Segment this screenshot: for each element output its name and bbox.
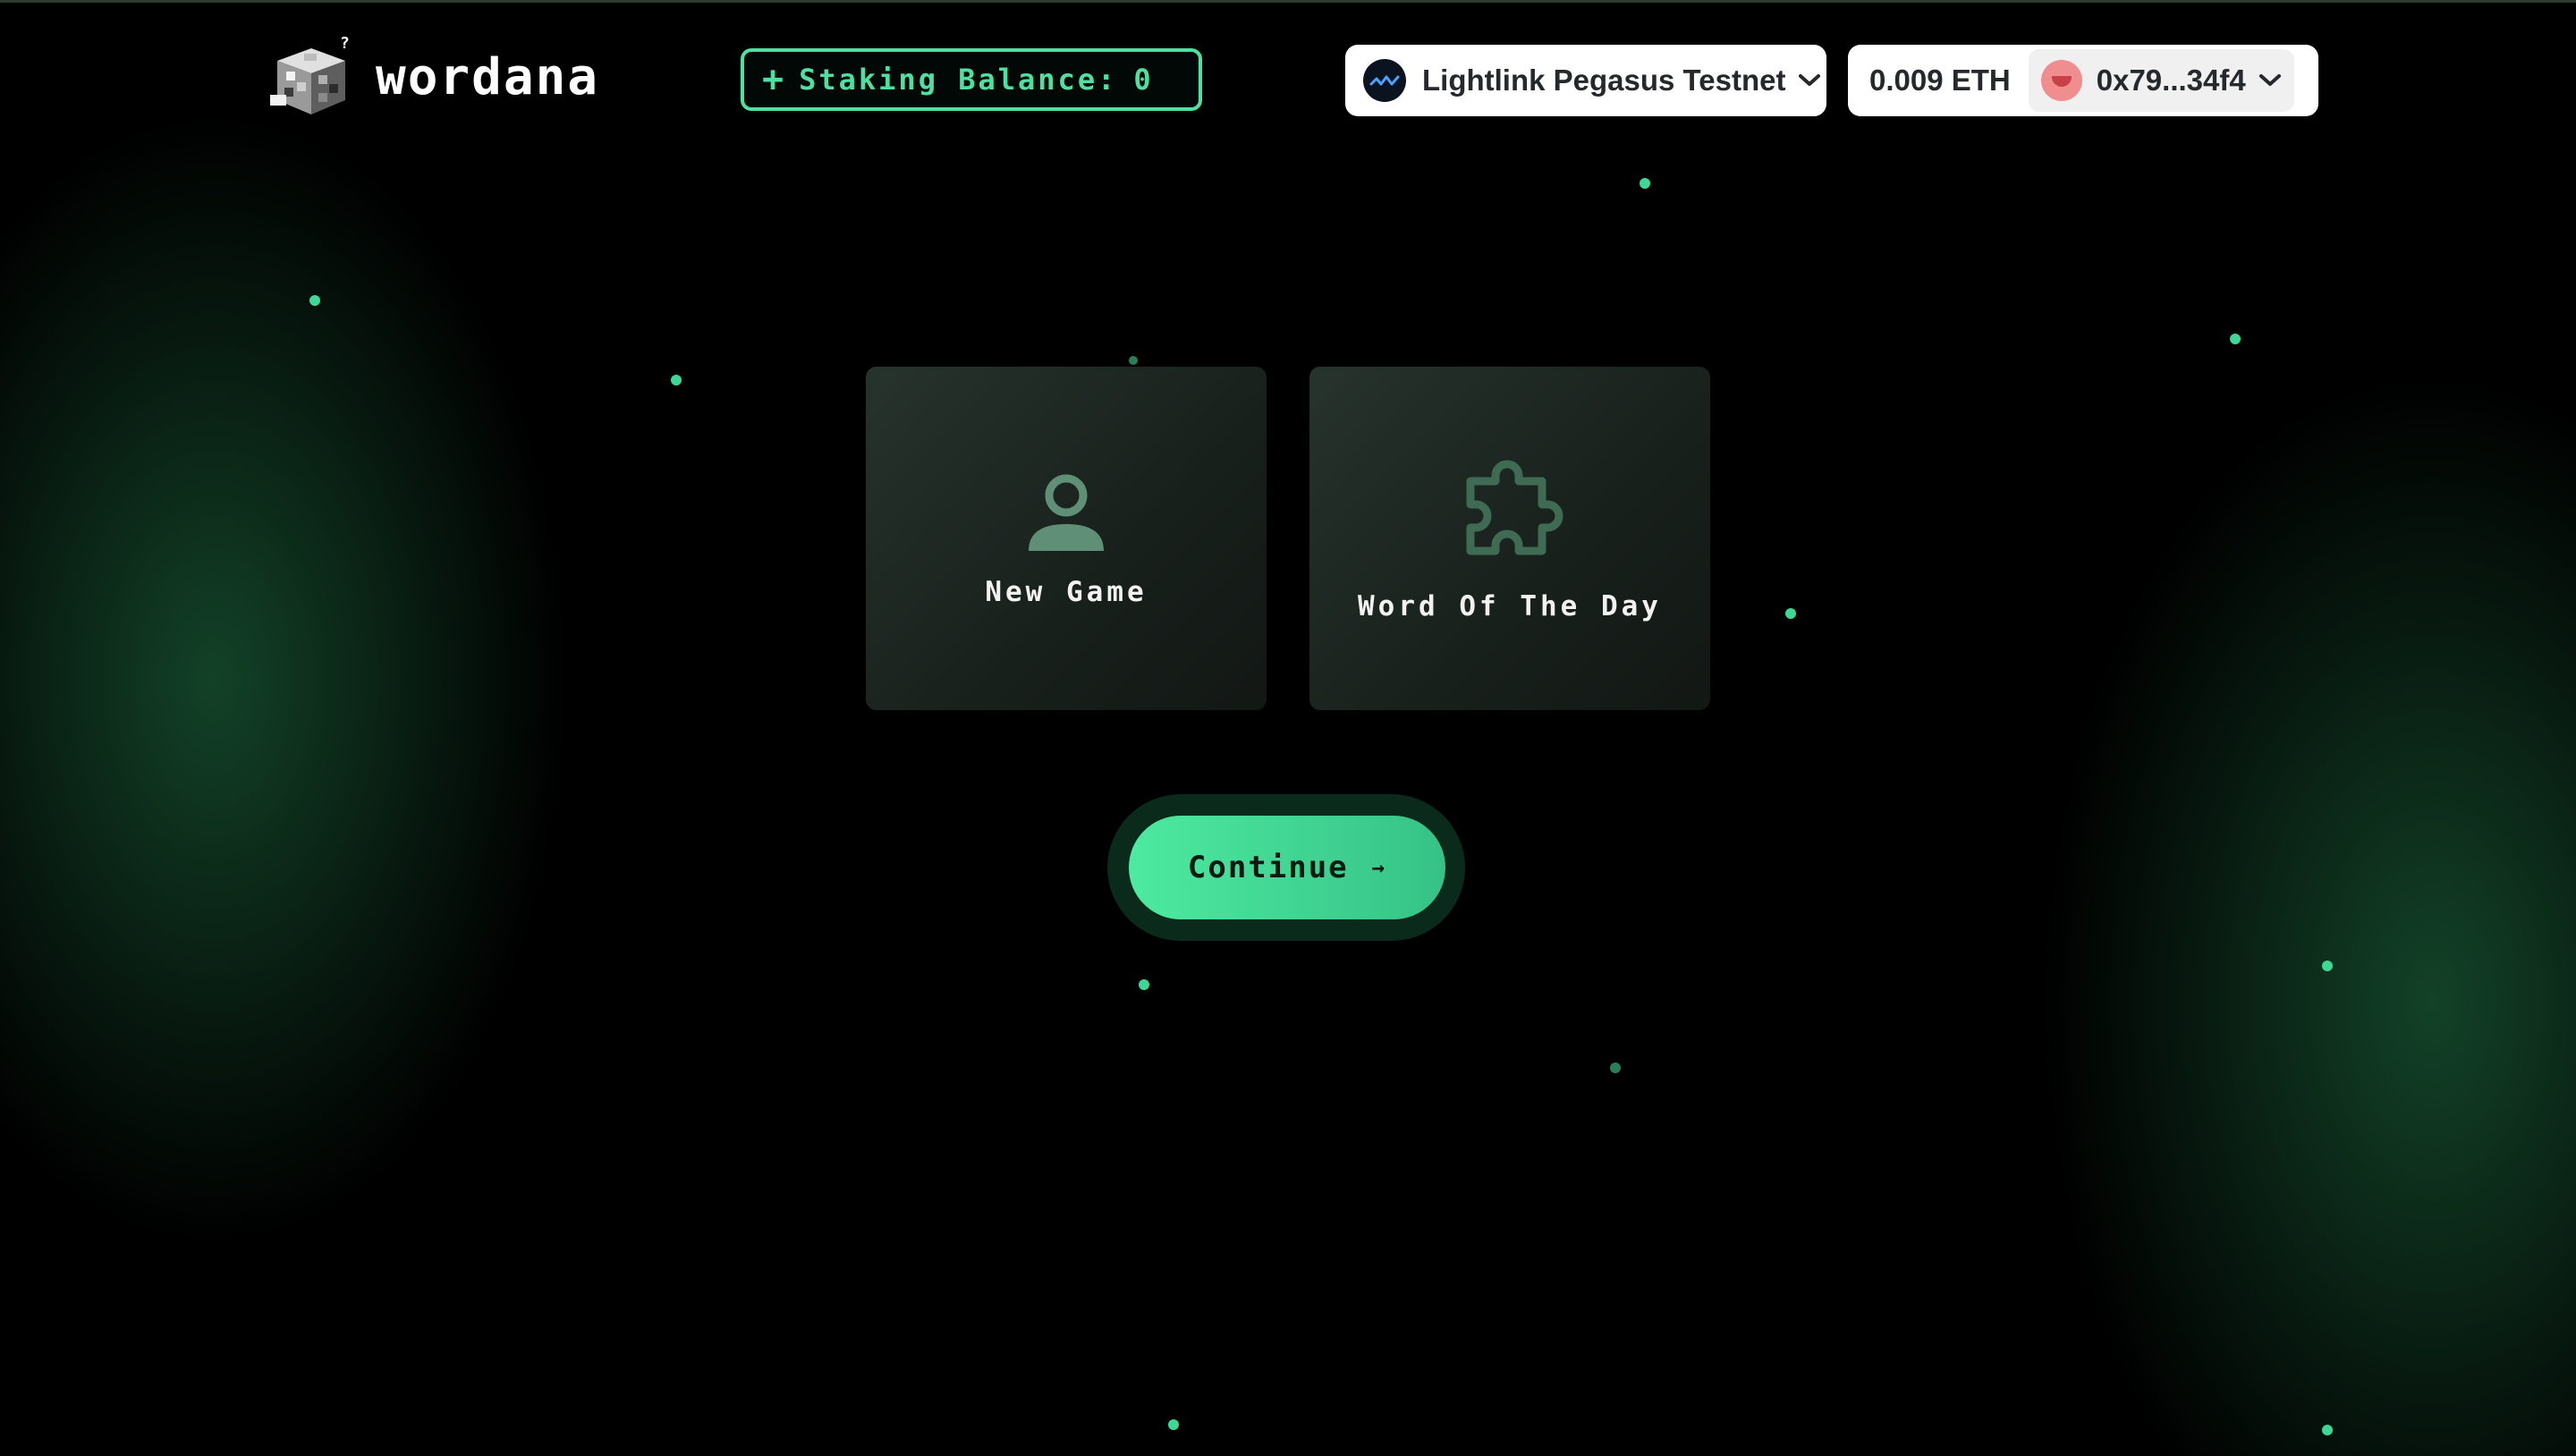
word-of-the-day-label: Word Of The Day <box>1358 590 1662 622</box>
continue-button[interactable]: Continue → <box>1129 816 1445 919</box>
particle-dot <box>671 375 682 385</box>
arrow-right-icon: → <box>1371 855 1387 880</box>
particle-dot <box>2322 1425 2333 1435</box>
logo-text: wordana <box>376 47 600 106</box>
account-widget: 0.009 ETH 0x79...34f4 <box>1848 45 2318 116</box>
account-address: 0x79...34f4 <box>2096 63 2246 97</box>
staking-balance-value: 0 <box>1133 63 1154 97</box>
logo[interactable]: ? wordana <box>268 36 599 118</box>
plus-icon: + <box>762 59 787 100</box>
particle-dot <box>1785 608 1796 619</box>
chevron-down-icon <box>1799 74 1821 86</box>
word-of-the-day-card[interactable]: Word Of The Day <box>1309 367 1710 710</box>
particle-dot <box>1610 1062 1621 1073</box>
user-icon <box>1029 474 1104 551</box>
particle-dot <box>309 295 320 306</box>
staking-balance-label: Staking Balance: <box>799 63 1118 97</box>
logo-cube-icon: ? <box>270 36 350 114</box>
account-address-button[interactable]: 0x79...34f4 <box>2028 49 2294 112</box>
particle-dot <box>2230 334 2241 344</box>
staking-balance-button[interactable]: + Staking Balance: 0 <box>741 48 1202 111</box>
particle-dot <box>1129 356 1138 365</box>
particle-dot <box>1139 979 1149 990</box>
avatar-icon <box>2040 60 2082 101</box>
top-border <box>0 0 2576 3</box>
puzzle-icon <box>1466 460 1563 555</box>
lightlink-network-icon <box>1363 59 1406 102</box>
network-name: Lightlink Pegasus Testnet <box>1422 63 1786 97</box>
background-gradient <box>0 0 2576 1456</box>
chevron-down-icon <box>2258 74 2281 86</box>
particle-dot <box>1168 1419 1179 1430</box>
continue-label: Continue <box>1187 850 1349 885</box>
network-selector[interactable]: Lightlink Pegasus Testnet <box>1345 45 1826 116</box>
new-game-card[interactable]: New Game <box>866 367 1267 710</box>
particle-dot <box>2322 961 2333 971</box>
new-game-label: New Game <box>985 576 1148 608</box>
svg-text:?: ? <box>340 36 350 53</box>
particle-dot <box>1640 178 1650 189</box>
eth-balance: 0.009 ETH <box>1869 63 2011 97</box>
